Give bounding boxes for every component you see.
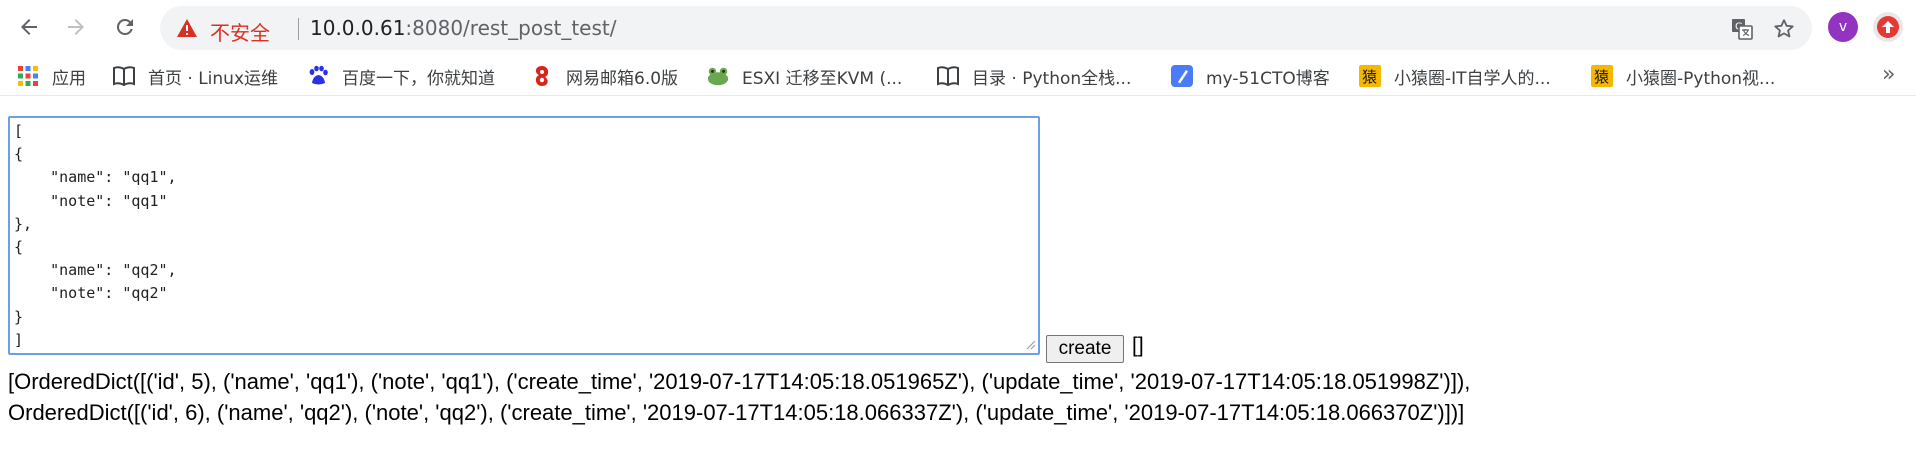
bookmark-esxi-kvm[interactable]: ESXI 迁移至KVM (... <box>706 62 902 90</box>
bookmark-label: 应用 <box>52 68 86 89</box>
warning-triangle-icon <box>177 19 197 37</box>
star-icon[interactable] <box>1772 17 1796 41</box>
result-line: OrderedDict([('id', 6), ('name', 'qq2'),… <box>8 400 1465 425</box>
back-arrow-icon <box>21 19 37 35</box>
bookmark-xiaoyuanquan-it[interactable]: 猿 小猿圈-IT自学人的... <box>1358 62 1551 90</box>
bookmark-label: my-51CTO博客 <box>1206 68 1330 89</box>
url-host: 10.0.0.61 <box>310 16 406 40</box>
bookmark-label: 小猿圈-IT自学人的... <box>1394 68 1551 89</box>
browser-toolbar: 不安全 10.0.0.61:8080/rest_post_test/ G v <box>0 0 1916 54</box>
ape-logo-icon: 猿 <box>1358 64 1382 88</box>
bookmark-linux-ops[interactable]: 首页 · Linux运维 <box>112 62 278 90</box>
bookmark-label: 首页 · Linux运维 <box>148 68 279 89</box>
forward-button[interactable] <box>58 9 94 45</box>
back-button[interactable] <box>11 9 47 45</box>
book-icon <box>112 64 136 88</box>
result-output: [OrderedDict([('id', 5), ('name', 'qq1')… <box>8 366 1908 428</box>
result-line: [OrderedDict([('id', 5), ('name', 'qq1')… <box>8 369 1471 394</box>
bookmark-apps[interactable]: 应用 <box>16 62 86 90</box>
bookmark-netease-mail[interactable]: 网易邮箱6.0版 <box>530 62 678 90</box>
address-divider <box>298 18 299 40</box>
apps-grid-icon <box>16 64 40 88</box>
bookmark-python-fullstack[interactable]: 目录 · Python全栈... <box>936 62 1131 90</box>
url-text[interactable]: 10.0.0.61:8080/rest_post_test/ <box>310 16 617 40</box>
bookmark-label: ESXI 迁移至KVM (... <box>742 68 903 89</box>
bookmark-label: 网易邮箱6.0版 <box>566 68 679 89</box>
svg-text:猿: 猿 <box>1362 68 1377 86</box>
bookmarks-overflow-button[interactable]: » <box>1882 62 1895 87</box>
bookmarks-bar: 应用 首页 · Linux运维 百度一下，你就知道 网易邮箱6.0版 ESXI … <box>0 56 1916 96</box>
svg-text:猿: 猿 <box>1594 68 1609 86</box>
reload-button[interactable] <box>107 9 143 45</box>
create-response-text: [] <box>1132 334 1144 357</box>
profile-avatar[interactable]: v <box>1828 12 1858 42</box>
address-bar[interactable]: 不安全 10.0.0.61:8080/rest_post_test/ G <box>160 6 1812 50</box>
ape-logo-icon: 猿 <box>1590 64 1614 88</box>
extension-button[interactable] <box>1873 12 1903 42</box>
url-path: :8080/rest_post_test/ <box>405 16 617 40</box>
bookmark-xiaoyuanquan-python[interactable]: 猿 小猿圈-Python视... <box>1590 62 1775 90</box>
frog-icon <box>706 64 730 88</box>
bookmark-baidu[interactable]: 百度一下，你就知道 <box>306 62 495 90</box>
book-icon <box>936 64 960 88</box>
pen-icon <box>1170 64 1194 88</box>
create-button[interactable]: create <box>1046 335 1124 363</box>
upload-arrow-icon <box>1877 16 1899 38</box>
forward-arrow-icon <box>68 19 84 35</box>
translate-icon[interactable]: G <box>1730 17 1754 41</box>
netease-mail-icon <box>530 64 554 88</box>
bookmark-51cto-blog[interactable]: my-51CTO博客 <box>1170 62 1330 90</box>
json-input-textarea[interactable]: [ { "name": "qq1", "note": "qq1" }, { "n… <box>8 116 1040 355</box>
reload-icon <box>116 18 133 35</box>
bookmark-label: 目录 · Python全栈... <box>972 68 1132 89</box>
bookmark-label: 百度一下，你就知道 <box>342 68 495 89</box>
bookmark-label: 小猿圈-Python视... <box>1626 68 1776 89</box>
resize-grip-icon[interactable] <box>1024 338 1036 350</box>
security-status-label[interactable]: 不安全 <box>210 17 270 46</box>
baidu-paw-icon <box>306 64 330 88</box>
